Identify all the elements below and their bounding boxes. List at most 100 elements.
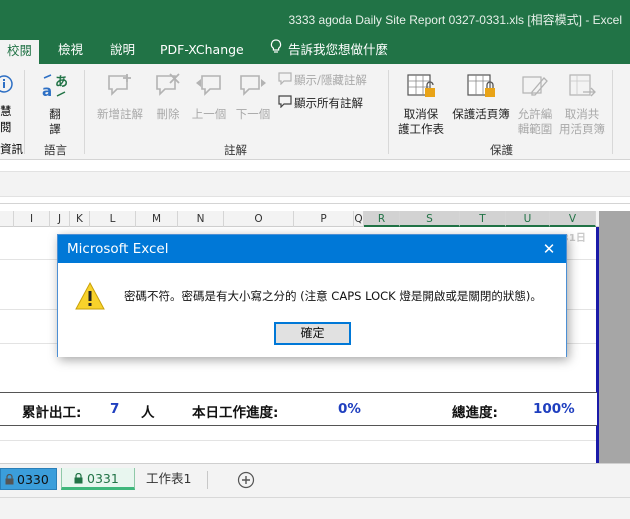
column-headers: I J K L M N O P Q R S T U V W (0, 211, 630, 227)
allow-edit-ranges-button[interactable]: 允許編 輯範圍 (513, 72, 557, 137)
svg-text:a: a (42, 82, 52, 100)
progress-summary-row: 累計出工: 7 人 本日工作進度: 0% 總進度: 100% (0, 392, 597, 426)
column-header-t[interactable]: T (460, 211, 506, 227)
insights-group-label: 資訊 (0, 142, 23, 156)
column-header-q[interactable]: Q (354, 211, 364, 227)
column-header-o[interactable]: O (224, 211, 294, 227)
show-all-comments-icon (278, 95, 292, 112)
previous-comment-label: 上一個 (191, 107, 227, 121)
sheet-tab-worksheet1[interactable]: 工作表1 (146, 468, 191, 490)
show-hide-comment-label: 顯示/隱藏註解 (294, 73, 367, 87)
sheet-lock-icon (5, 470, 14, 492)
show-hide-comment-button[interactable]: 顯示/隱藏註解 (278, 72, 367, 89)
next-comment-label: 下一個 (235, 107, 271, 121)
protect-workbook-label: 保護活頁簿 (452, 107, 510, 121)
sheet-tab-label: 0331 (87, 471, 119, 486)
column-header-partial[interactable] (0, 211, 14, 227)
smart-lookup-label-1[interactable]: 慧 (0, 104, 12, 119)
group-separator (612, 70, 613, 154)
total-workers-value: 7 (110, 401, 120, 417)
show-hide-comment-icon (278, 72, 292, 89)
language-group-label: 語言 (44, 143, 67, 157)
translate-button[interactable]: aあ 翻 譯 (34, 72, 76, 137)
sheet-tab-0331[interactable]: 0331 (61, 468, 135, 490)
today-progress-value: 0% (338, 401, 361, 417)
warning-icon (74, 281, 106, 315)
svg-text:あ: あ (55, 75, 68, 90)
translate-label-1: 翻 (49, 107, 61, 121)
column-header-k[interactable]: K (70, 211, 90, 227)
group-separator (24, 70, 25, 154)
excel-window: 3333 agoda Daily Site Report 0327-0331.x… (0, 0, 630, 519)
plus-circle-icon (237, 471, 255, 493)
show-all-comments-button[interactable]: 顯示所有註解 (278, 95, 363, 112)
smart-lookup-label-2[interactable]: 閱 (0, 120, 12, 135)
status-bar (0, 497, 630, 519)
tab-review[interactable]: 校閱 (0, 40, 40, 64)
tab-divider (207, 471, 208, 489)
protect-workbook-button[interactable]: 保護活頁簿 (449, 72, 513, 122)
sheet-lock-icon (74, 469, 83, 491)
tab-help[interactable]: 說明 (102, 36, 143, 64)
lightbulb-icon (270, 36, 282, 64)
tell-me-search[interactable]: 告訴我您想做什麼 (262, 36, 396, 64)
column-header-r[interactable]: R (364, 211, 400, 227)
ribbon: 慧 閱 資訊 aあ 翻 譯 語言 新增註解 刪除 上一個 下一個 顯示/隱藏註解… (0, 64, 630, 160)
unshare-workbook-button[interactable]: 取消共 用活頁簿 (557, 72, 607, 137)
tab-view[interactable]: 檢視 (50, 36, 91, 64)
column-header-v[interactable]: V (550, 211, 596, 227)
delete-comment-icon (150, 72, 186, 104)
translate-label-2: 譯 (49, 122, 61, 136)
unshare-workbook-label-2: 用活頁簿 (559, 122, 605, 136)
add-sheet-button[interactable] (237, 471, 255, 493)
sheet-tab-bar: 0330 0331 工作表1 (0, 463, 630, 497)
today-progress-label: 本日工作進度: (192, 405, 279, 421)
unprotect-sheet-button[interactable]: 取消保 護工作表 (393, 72, 449, 137)
protect-workbook-icon (449, 72, 513, 104)
column-header-m[interactable]: M (136, 211, 178, 227)
previous-comment-icon (188, 72, 230, 104)
sheet-tab-0330[interactable]: 0330 (0, 468, 57, 490)
total-workers-label: 累計出工: (22, 405, 82, 421)
allow-edit-ranges-icon (513, 72, 557, 104)
row-line (0, 440, 597, 441)
tell-me-label: 告訴我您想做什麼 (288, 42, 389, 57)
title-bar: 3333 agoda Daily Site Report 0327-0331.x… (0, 0, 630, 36)
previous-comment-button[interactable]: 上一個 (188, 72, 230, 122)
column-header-i[interactable]: I (14, 211, 50, 227)
window-title: 3333 agoda Daily Site Report 0327-0331.x… (288, 13, 623, 27)
new-comment-button[interactable]: 新增註解 (92, 72, 148, 122)
group-separator (388, 70, 389, 154)
dialog-title: Microsoft Excel (58, 235, 566, 263)
translate-icon: aあ (34, 72, 76, 104)
column-header-j[interactable]: J (50, 211, 70, 227)
tab-pdf-xchange[interactable]: PDF-XChange (152, 36, 252, 64)
ribbon-tabs: 校閱 檢視 說明 PDF-XChange 告訴我您想做什麼 (0, 36, 630, 64)
dialog-close-button[interactable]: ✕ (540, 240, 558, 258)
column-header-l[interactable]: L (90, 211, 136, 227)
new-comment-label: 新增註解 (97, 107, 143, 121)
info-icon (0, 74, 14, 98)
unprotect-sheet-label-1: 取消保 (403, 107, 439, 121)
comments-group-label: 註解 (224, 143, 247, 157)
new-comment-icon (92, 72, 148, 104)
alert-dialog: Microsoft Excel ✕ 密碼不符。密碼是有大小寫之分的 (注意 CA… (57, 234, 567, 357)
overall-progress-label: 總進度: (452, 405, 498, 421)
sheet-tab-label: 0330 (17, 472, 49, 487)
allow-edit-ranges-label-2: 輯範圍 (517, 122, 553, 136)
unprotect-sheet-icon (393, 72, 449, 104)
column-header-p[interactable]: P (294, 211, 354, 227)
unprotect-sheet-label-2: 護工作表 (398, 122, 444, 136)
next-comment-icon (232, 72, 274, 104)
show-all-comments-label: 顯示所有註解 (294, 96, 363, 110)
out-of-range-area (599, 211, 630, 463)
next-comment-button[interactable]: 下一個 (232, 72, 274, 122)
unshare-workbook-label-1: 取消共 (564, 107, 600, 121)
column-header-n[interactable]: N (178, 211, 224, 227)
ok-button[interactable]: 確定 (274, 322, 351, 345)
protect-group-label: 保護 (490, 143, 513, 157)
formula-bar[interactable] (0, 171, 630, 197)
column-header-u[interactable]: U (506, 211, 550, 227)
column-header-s[interactable]: S (400, 211, 460, 227)
delete-comment-button[interactable]: 刪除 (150, 72, 186, 122)
